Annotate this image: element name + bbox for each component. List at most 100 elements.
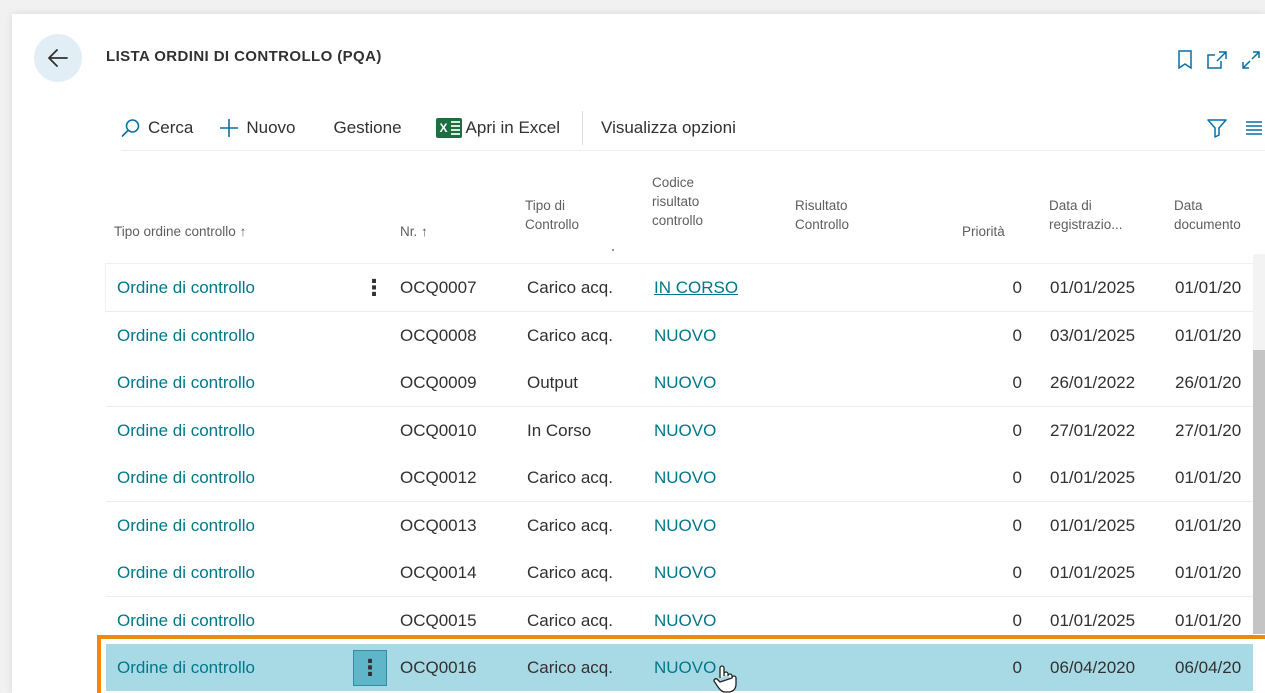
- table-row[interactable]: Ordine di controllo OCQ0014 Carico acq. NUO…: [106, 549, 1253, 597]
- cell-codice-risultato-link[interactable]: NUOVO: [654, 516, 716, 536]
- cell-tipo-controllo: Carico acq.: [527, 658, 613, 677]
- cell-codice-risultato-link[interactable]: NUOVO: [654, 326, 716, 346]
- cell-codice-risultato-link[interactable]: NUOVO: [654, 421, 716, 441]
- cell-priorita: 0: [1012, 658, 1022, 677]
- scrollbar-thumb[interactable]: [1253, 350, 1265, 634]
- column-header-tipo-ordine[interactable]: Tipo ordine controllo ↑: [114, 222, 246, 241]
- search-label: Cerca: [148, 118, 194, 137]
- cell-nr: OCQ0010: [400, 420, 477, 440]
- cell-data-registrazione: 27/01/2022: [1050, 420, 1136, 440]
- cell-data-registrazione: 01/01/2025: [1050, 468, 1136, 487]
- bookmark-icon[interactable]: [1177, 50, 1193, 70]
- column-header-label: Risultato: [795, 198, 848, 213]
- column-header-data-registrazione[interactable]: Data di registrazio...: [1049, 196, 1123, 234]
- table-row[interactable]: Ordine di controllo ⋮ OCQ0016 Carico acq. NU…: [106, 644, 1253, 691]
- back-arrow-icon: [48, 49, 68, 67]
- cell-data-documento: 01/01/20: [1175, 468, 1242, 487]
- cell-data-documento: 01/01/20: [1175, 278, 1242, 297]
- manage-menu-button[interactable]: Gestione: [334, 118, 402, 138]
- cell-tipo-ordine-link[interactable]: Ordine di controllo: [117, 421, 255, 441]
- open-in-excel-button[interactable]: X Apri in Excel: [435, 118, 561, 138]
- cell-tipo-controllo: Carico acq.: [527, 515, 613, 535]
- cell-tipo-ordine-link[interactable]: Ordine di controllo: [117, 278, 255, 298]
- column-header-label: Codice: [652, 175, 695, 190]
- cell-codice-risultato-link[interactable]: NUOVO: [654, 373, 716, 393]
- row-actions-menu-button[interactable]: ⋮: [353, 650, 387, 686]
- new-button[interactable]: Nuovo: [219, 118, 296, 138]
- cell-data-registrazione: 01/01/2025: [1050, 515, 1136, 535]
- list-view-icon[interactable]: [1245, 120, 1263, 136]
- cell-tipo-ordine-link[interactable]: Ordine di controllo: [117, 611, 255, 631]
- cell-codice-risultato-link[interactable]: NUOVO: [654, 563, 716, 583]
- cell-data-registrazione: 26/01/2022: [1050, 373, 1136, 392]
- cell-tipo-ordine-link[interactable]: Ordine di controllo: [117, 373, 255, 393]
- table-row[interactable]: Ordine di controllo OCQ0013 Carico acq. NUO…: [106, 501, 1253, 550]
- cell-tipo-ordine-link[interactable]: Ordine di controllo: [117, 468, 255, 488]
- column-resize-dot: [612, 249, 614, 251]
- cell-nr: OCQ0009: [400, 373, 477, 392]
- cell-nr: OCQ0015: [400, 610, 477, 630]
- action-toolbar: Cerca Nuovo Gestione X Apri in Excel Vis…: [121, 106, 1265, 151]
- cell-priorita: 0: [1012, 515, 1022, 535]
- open-new-window-icon[interactable]: [1207, 51, 1227, 69]
- table-row[interactable]: Ordine di controllo OCQ0015 Carico acq. NUO…: [106, 596, 1253, 645]
- column-header-tipo-controllo[interactable]: Tipo di Controllo: [525, 196, 579, 234]
- search-icon: [121, 118, 141, 138]
- cell-tipo-controllo: Carico acq.: [527, 325, 613, 345]
- column-header-label: controllo: [652, 213, 704, 228]
- search-button[interactable]: Cerca: [121, 118, 193, 138]
- cell-tipo-ordine-link[interactable]: Ordine di controllo: [117, 563, 255, 583]
- cell-data-documento: 26/01/20: [1175, 373, 1242, 392]
- back-button[interactable]: [34, 34, 82, 82]
- cell-data-registrazione: 01/01/2025: [1050, 610, 1136, 630]
- cell-nr: OCQ0008: [400, 325, 477, 345]
- column-header-label: risultato: [652, 194, 700, 209]
- row-actions-menu-button[interactable]: ⋮: [357, 270, 391, 306]
- cell-codice-risultato-link[interactable]: NUOVO: [654, 658, 716, 678]
- column-header-label: documento: [1174, 217, 1241, 232]
- column-header-nr[interactable]: Nr. ↑: [400, 222, 428, 241]
- column-header-codice-risultato[interactable]: Codice risultato controllo: [652, 173, 703, 230]
- table-row[interactable]: Ordine di controllo OCQ0008 Carico acq. NUO…: [106, 311, 1253, 360]
- page-title: LISTA ORDINI DI CONTROLLO (PQA): [106, 48, 382, 65]
- cell-tipo-controllo: Output: [527, 373, 579, 392]
- column-header-label: Data di: [1049, 198, 1092, 213]
- cell-data-registrazione: 06/04/2020: [1050, 658, 1136, 677]
- table-row[interactable]: Ordine di controllo OCQ0012 Carico acq. NUO…: [106, 454, 1253, 502]
- column-header-label: Controllo: [525, 217, 580, 232]
- filter-icon[interactable]: [1207, 118, 1227, 138]
- cell-codice-risultato-link[interactable]: NUOVO: [654, 468, 716, 488]
- cell-nr: OCQ0012: [400, 468, 477, 487]
- table-row[interactable]: Ordine di controllo OCQ0010 In Corso NUOVO 0…: [106, 406, 1253, 455]
- expand-icon[interactable]: [1241, 50, 1261, 70]
- cell-codice-risultato-link[interactable]: NUOVO: [654, 611, 716, 631]
- cell-data-documento: 27/01/20: [1175, 420, 1242, 440]
- column-header-risultato-controllo[interactable]: Risultato Controllo: [795, 196, 849, 234]
- cell-tipo-ordine-link[interactable]: Ordine di controllo: [117, 658, 255, 678]
- cell-priorita: 0: [1012, 610, 1022, 630]
- cell-tipo-controllo: Carico acq.: [527, 278, 613, 297]
- cell-data-documento: 01/01/20: [1175, 515, 1242, 535]
- column-header-priorita[interactable]: Priorità: [962, 222, 1005, 241]
- open-in-excel-label: Apri in Excel: [465, 118, 561, 137]
- cell-tipo-controllo: Carico acq.: [527, 468, 613, 487]
- cell-nr: OCQ0007: [400, 278, 477, 297]
- cell-tipo-controllo: In Corso: [527, 420, 592, 440]
- view-options-label: Visualizza opzioni: [601, 118, 736, 137]
- column-header-label: Controllo: [795, 217, 850, 232]
- table-row[interactable]: Ordine di controllo OCQ0009 Output NUOVO 0 26…: [106, 359, 1253, 407]
- cell-tipo-ordine-link[interactable]: Ordine di controllo: [117, 326, 255, 346]
- cell-tipo-controllo: Carico acq.: [527, 610, 613, 630]
- plus-icon: [219, 118, 239, 138]
- cell-tipo-ordine-link[interactable]: Ordine di controllo: [117, 516, 255, 536]
- table-row[interactable]: Ordine di controllo ⋮ OCQ0007 Carico acq. IN…: [106, 264, 1253, 312]
- column-header-label: Tipo di: [525, 198, 566, 213]
- column-header-data-documento[interactable]: Data documento: [1174, 196, 1241, 234]
- cell-priorita: 0: [1012, 468, 1022, 487]
- cell-priorita: 0: [1012, 563, 1022, 582]
- cell-codice-risultato-link[interactable]: IN CORSO: [654, 278, 738, 298]
- cell-priorita: 0: [1012, 420, 1022, 440]
- cell-priorita: 0: [1012, 373, 1022, 392]
- view-options-button[interactable]: Visualizza opzioni: [601, 118, 736, 138]
- header-actions: [1177, 50, 1261, 70]
